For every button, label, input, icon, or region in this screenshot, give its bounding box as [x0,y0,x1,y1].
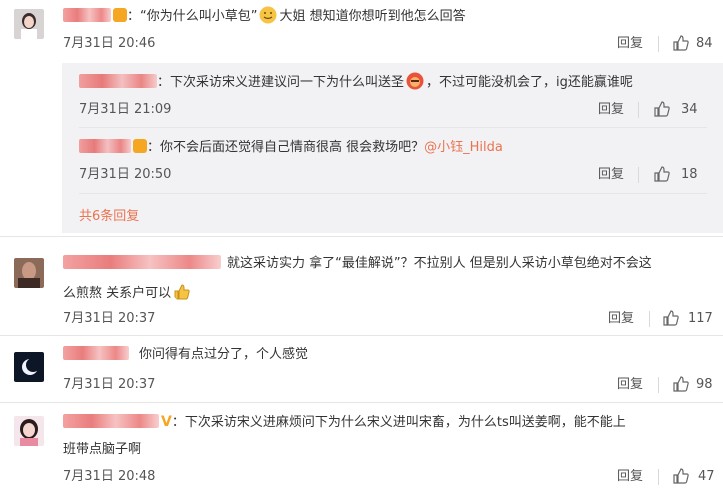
timestamp: 7月31日 20:50 [79,167,172,182]
sub-reply-text-cont: ，不过可能没机会了，ig还能赢谁呢 [426,75,633,90]
timestamp: 7月31日 21:09 [79,102,172,117]
timestamp: 7月31日 20:46 [63,36,156,51]
comment-text: ：下次采访宋义进麻烦问下为什么宋义进叫宋畜，为什么ts叫送姜啊，能不能上 [171,415,626,430]
reply-button[interactable]: 回复 [598,102,624,118]
smile-emoji-icon [259,6,277,24]
more-replies-link[interactable]: 共6条回复 [79,209,139,225]
username[interactable] [79,74,157,88]
timestamp: 7月31日 20:37 [63,311,156,326]
sub-reply-text: ：你不会后面还觉得自己情商很高 很会救场吧？ [147,140,425,155]
comment-text: 你问得有点过分了，个人感觉 [139,347,309,362]
vip-icon: V [161,414,172,430]
reply-button[interactable]: 回复 [617,377,643,393]
thumbs-up-icon[interactable] [672,34,690,52]
comment-text-cont: 大姐 想知道你想听到他怎么回答 [279,9,466,24]
divider [658,36,659,52]
username[interactable] [63,414,159,428]
comment-divider [0,402,723,403]
avatar[interactable] [14,416,44,446]
like-count: 117 [688,311,713,326]
like-count: 47 [698,469,715,484]
reply-button[interactable]: 回复 [617,469,643,485]
comment-text-cont: 么煎熬 关系户可以 [63,286,172,301]
comment-body: V：下次采访宋义进麻烦问下为什么宋义进叫宋畜，为什么ts叫送姜啊，能不能上 [63,413,626,432]
like-count: 84 [696,36,713,51]
divider [649,311,650,327]
badge-icon [113,8,127,22]
thumbs-up-icon[interactable] [672,467,690,485]
username[interactable] [79,139,131,153]
divider [638,102,639,118]
thumbs-up-icon[interactable] [672,375,690,393]
avatar[interactable] [14,258,44,288]
username[interactable] [63,255,221,269]
thumbs-up-icon[interactable] [662,309,680,327]
comment-body: 你问得有点过分了，个人感觉 [63,346,308,364]
like-count: 98 [696,377,713,392]
divider [638,167,639,183]
timestamp: 7月31日 20:37 [63,377,156,392]
sub-reply-divider [79,127,707,128]
sub-reply-divider [79,193,707,194]
sub-reply-body: ：你不会后面还觉得自己情商很高 很会救场吧？@小钰_Hilda [79,139,503,157]
thumbs-up-emoji-icon [174,284,190,300]
mention-link[interactable]: @小钰_Hilda [424,140,503,155]
comment-text: ：“你为什么叫小草包” [127,9,258,24]
username[interactable] [63,346,129,360]
comment-text: 就这采访实力 拿了“最佳解说”？不拉别人 但是别人采访小草包绝对不会这 [227,256,652,271]
comment-divider [0,236,723,237]
emoji-icon [406,72,424,90]
avatar[interactable] [14,9,44,39]
username[interactable] [63,8,111,22]
reply-button[interactable]: 回复 [608,311,634,327]
reply-button[interactable]: 回复 [617,36,643,52]
comment-divider [0,335,723,336]
like-count: 18 [681,167,698,182]
comment-body: ：“你为什么叫小草包” 大姐 想知道你想听到他怎么回答 [63,6,466,26]
avatar[interactable] [14,352,44,382]
divider [658,377,659,393]
comment-body: 就这采访实力 拿了“最佳解说”？不拉别人 但是别人采访小草包绝对不会这 [63,255,652,273]
like-count: 34 [681,102,698,117]
comment-text-cont: 班带点脑子啊 [63,442,142,457]
thumbs-up-icon[interactable] [653,165,671,183]
comment-body-line2: 么煎熬 关系户可以 [63,283,193,303]
sub-reply-body: ：下次采访宋义进建议问一下为什么叫送圣 ，不过可能没机会了，ig还能赢谁呢 [79,72,633,92]
thumbs-up-icon[interactable] [653,100,671,118]
sub-reply-text: ：下次采访宋义进建议问一下为什么叫送圣 [157,75,405,90]
timestamp: 7月31日 20:48 [63,469,156,484]
comment-body-line2: 班带点脑子啊 [63,441,141,459]
reply-button[interactable]: 回复 [598,167,624,183]
badge-icon [133,139,147,153]
divider [658,469,659,485]
